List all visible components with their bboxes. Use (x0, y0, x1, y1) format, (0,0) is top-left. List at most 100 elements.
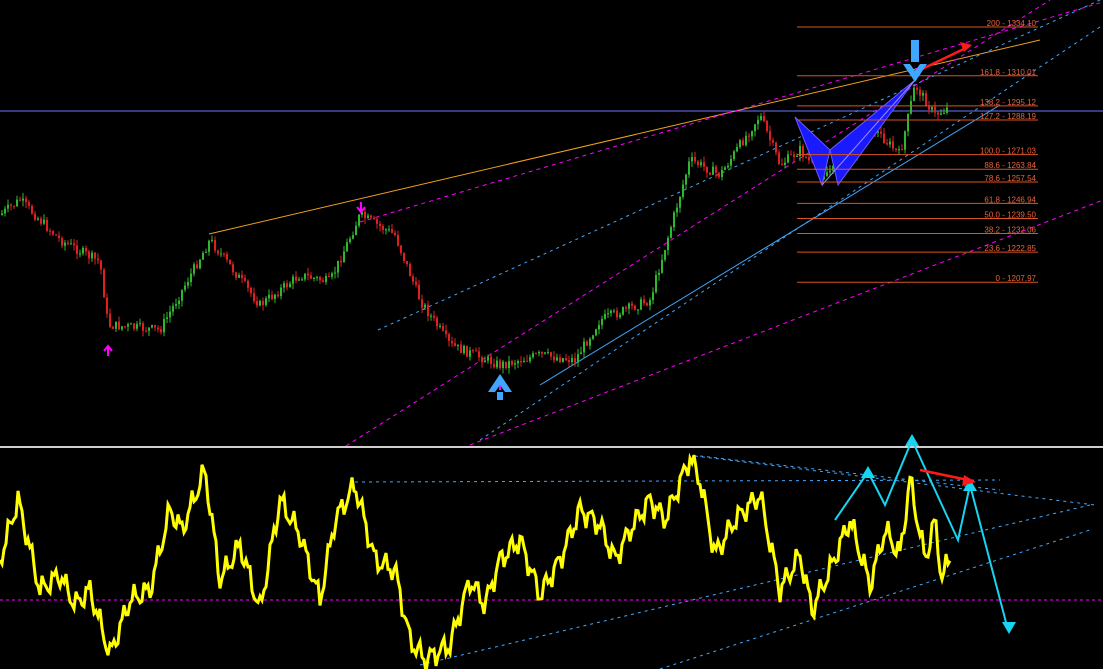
candle-body (325, 276, 327, 282)
candle-body (256, 301, 258, 306)
candle-body (574, 358, 576, 363)
oscillator-trendline (699, 455, 1001, 491)
candle-body (892, 141, 894, 149)
candle-body (445, 330, 447, 335)
oscillator-trendline (354, 479, 1001, 483)
candle-body (112, 326, 114, 329)
candle-body (172, 305, 174, 312)
candle-body (529, 357, 531, 362)
candle-body (97, 258, 99, 261)
candle-body (76, 245, 78, 255)
candle-body (520, 361, 522, 363)
trading-chart: 200 - 1334.10 161.8 - 1310.01 138.2 - 1295… (0, 0, 1103, 669)
candle-body (328, 276, 330, 278)
candle-body (556, 357, 558, 361)
candle-body (622, 307, 624, 315)
candle-body (724, 167, 726, 170)
candle-body (517, 361, 519, 364)
candle-body (544, 352, 546, 354)
candle-body (337, 260, 339, 273)
candle-body (937, 112, 939, 115)
candle-body (550, 352, 552, 357)
candle-body (718, 172, 720, 178)
candle-body (694, 156, 696, 162)
candle-body (139, 323, 141, 325)
candle-body (274, 294, 276, 299)
candle-body (934, 106, 936, 113)
candle-body (511, 360, 513, 365)
trendlines (208, 0, 1103, 447)
candle-body (826, 172, 828, 177)
candle-body (136, 323, 138, 329)
candle-body (304, 273, 306, 280)
candle-body (94, 252, 96, 259)
candle-body (160, 329, 162, 333)
candle-body (82, 247, 84, 254)
candle-body (316, 277, 318, 279)
candle-body (439, 325, 441, 327)
candle-body (583, 341, 585, 353)
candle-body (607, 313, 609, 315)
fib-level-label: 38.2 - 1232.06 (984, 226, 1036, 235)
candle-body (514, 363, 516, 365)
candle-body (133, 323, 135, 329)
candle-body (10, 204, 12, 206)
candle-body (169, 311, 171, 318)
oscillator-trendline (419, 504, 1091, 666)
candle-body (499, 360, 501, 368)
candle-body (100, 260, 102, 270)
candle-body (307, 273, 309, 276)
trendline (469, 199, 1103, 446)
candle-body (706, 166, 708, 173)
candle-body (103, 269, 105, 298)
candle-body (346, 242, 348, 252)
candle-body (190, 273, 192, 283)
candle-body (19, 199, 21, 201)
candle-body (436, 317, 438, 327)
candle-body (385, 229, 387, 231)
candle-body (481, 357, 483, 363)
candle-body (154, 325, 156, 328)
candle-body (403, 252, 405, 261)
candle-body (901, 149, 903, 151)
candle-body (634, 305, 636, 310)
candle-body (406, 260, 408, 265)
candle-body (688, 161, 690, 175)
candle-body (805, 156, 807, 158)
candle-body (376, 219, 378, 224)
candle-body (907, 113, 909, 132)
candle-body (349, 238, 351, 243)
candle-body (397, 234, 399, 246)
candle-body (628, 303, 630, 309)
candle-body (598, 325, 600, 330)
candle-body (712, 166, 714, 175)
candle-body (52, 231, 54, 235)
candle-body (490, 356, 492, 364)
candle-body (652, 292, 654, 301)
fib-level-label: 127.2 - 1288.19 (980, 112, 1037, 121)
candle-body (913, 87, 915, 102)
candle-body (43, 219, 45, 224)
candle-body (88, 251, 90, 259)
candle-body (916, 87, 918, 90)
candle-body (475, 350, 477, 352)
candle-body (319, 277, 321, 281)
candle-body (280, 287, 282, 297)
candle-body (232, 264, 234, 273)
candle-body (910, 101, 912, 114)
candle-body (4, 208, 6, 214)
candle-body (67, 242, 69, 244)
candle-body (538, 351, 540, 354)
candle-body (709, 172, 711, 175)
candle-body (469, 350, 471, 357)
candle-body (502, 361, 504, 368)
candle-body (646, 303, 648, 306)
candle-body (451, 340, 453, 344)
candle-body (946, 107, 948, 113)
candle-body (22, 198, 24, 201)
candle-body (355, 225, 357, 236)
candle-body (127, 324, 129, 327)
price-pane: 200 - 1334.10 161.8 - 1310.01 138.2 - 1295… (0, 0, 1103, 447)
candle-body (73, 243, 75, 246)
candle-body (931, 106, 933, 110)
